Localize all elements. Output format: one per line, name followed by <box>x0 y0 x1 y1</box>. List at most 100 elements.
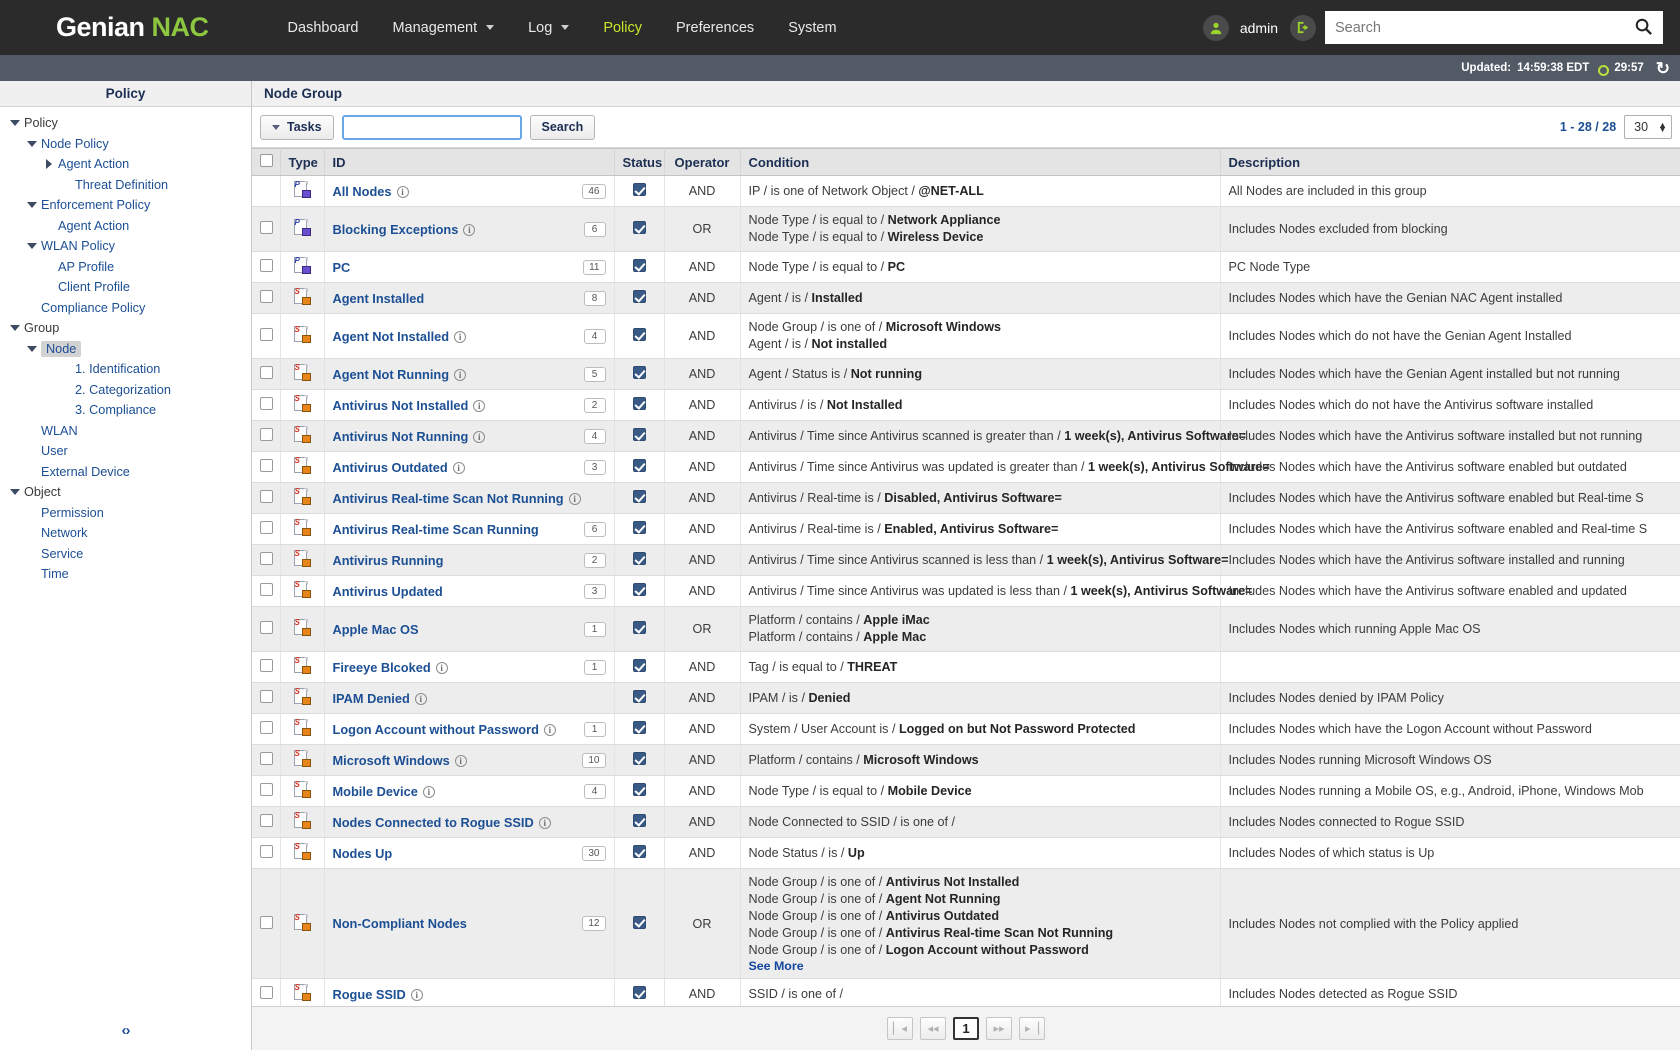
node-group-link[interactable]: Antivirus Real-time Scan Running <box>333 522 539 537</box>
node-group-link[interactable]: Rogue SSID <box>333 987 406 1002</box>
table-row[interactable]: SAntivirus Outdatedi3ANDAntivirus / Time… <box>252 452 1680 483</box>
node-count-badge[interactable]: 1 <box>584 622 606 637</box>
col-type[interactable]: Type <box>280 149 324 176</box>
info-icon[interactable]: i <box>473 400 485 412</box>
col-description[interactable]: Description <box>1220 149 1680 176</box>
info-icon[interactable]: i <box>569 493 581 505</box>
refresh-icon[interactable]: ↻ <box>1656 60 1670 77</box>
status-checkbox[interactable] <box>633 783 646 796</box>
status-checkbox[interactable] <box>633 221 646 234</box>
sidebar-item-time[interactable]: Time <box>0 564 251 585</box>
table-row[interactable]: SMicrosoft Windowsi10ANDPlatform / conta… <box>252 745 1680 776</box>
row-checkbox[interactable] <box>260 552 273 565</box>
logout-icon[interactable] <box>1290 15 1316 41</box>
table-row[interactable]: SLogon Account without Passwordi1ANDSyst… <box>252 714 1680 745</box>
table-row[interactable]: SIPAM DeniediANDIPAM / is / DeniedInclud… <box>252 683 1680 714</box>
status-checkbox[interactable] <box>633 916 646 929</box>
sidebar-item-node-policy[interactable]: Node Policy <box>0 134 251 155</box>
table-row[interactable]: PPC11ANDNode Type / is equal to / PCPC N… <box>252 252 1680 283</box>
node-count-badge[interactable]: 1 <box>584 660 606 675</box>
info-icon[interactable]: i <box>397 186 409 198</box>
node-group-link[interactable]: PC <box>333 260 351 275</box>
table-row[interactable]: SMobile Devicei4ANDNode Type / is equal … <box>252 776 1680 807</box>
table-row[interactable]: SNodes Up30ANDNode Status / is / UpInclu… <box>252 838 1680 869</box>
row-checkbox[interactable] <box>260 397 273 410</box>
prev-page-button[interactable]: ◂◂ <box>920 1017 946 1040</box>
table-row[interactable]: SAntivirus Not Runningi4ANDAntivirus / T… <box>252 421 1680 452</box>
node-group-link[interactable]: Antivirus Running <box>333 553 444 568</box>
search-icon[interactable] <box>1634 17 1653 39</box>
table-search-input[interactable] <box>342 115 522 140</box>
info-icon[interactable]: i <box>539 817 551 829</box>
sidebar-item-client-profile[interactable]: Client Profile <box>0 277 251 298</box>
status-checkbox[interactable] <box>633 659 646 672</box>
status-checkbox[interactable] <box>633 552 646 565</box>
row-checkbox[interactable] <box>260 259 273 272</box>
table-row[interactable]: SApple Mac OS1ORPlatform / contains / Ap… <box>252 607 1680 652</box>
table-row[interactable]: SAgent Not Runningi5ANDAgent / Status is… <box>252 359 1680 390</box>
row-checkbox[interactable] <box>260 916 273 929</box>
node-count-badge[interactable]: 11 <box>583 260 605 275</box>
sidebar-item-1-identification[interactable]: 1. Identification <box>0 359 251 380</box>
node-group-link[interactable]: Microsoft Windows <box>333 753 450 768</box>
status-checkbox[interactable] <box>633 986 646 999</box>
page-number-1[interactable]: 1 <box>953 1017 979 1040</box>
row-checkbox[interactable] <box>260 366 273 379</box>
info-icon[interactable]: i <box>453 462 465 474</box>
node-group-link[interactable]: IPAM Denied <box>333 691 410 706</box>
table-row[interactable]: PBlocking Exceptionsi6ORNode Type / is e… <box>252 207 1680 252</box>
status-checkbox[interactable] <box>633 814 646 827</box>
node-group-link[interactable]: Antivirus Not Installed <box>333 398 469 413</box>
info-icon[interactable]: i <box>454 331 466 343</box>
row-checkbox[interactable] <box>260 290 273 303</box>
status-checkbox[interactable] <box>633 459 646 472</box>
status-checkbox[interactable] <box>633 721 646 734</box>
info-icon[interactable]: i <box>436 662 448 674</box>
col-status[interactable]: Status <box>614 149 664 176</box>
info-icon[interactable]: i <box>454 369 466 381</box>
select-all-checkbox[interactable] <box>260 154 273 167</box>
row-checkbox[interactable] <box>260 814 273 827</box>
node-group-link[interactable]: Antivirus Outdated <box>333 460 448 475</box>
global-search-box[interactable] <box>1325 11 1663 44</box>
row-checkbox[interactable] <box>260 328 273 341</box>
node-count-badge[interactable]: 46 <box>582 184 605 199</box>
sidebar-item-agent-action[interactable]: Agent Action <box>0 154 251 175</box>
node-count-badge[interactable]: 3 <box>584 460 606 475</box>
search-button[interactable]: Search <box>530 115 596 140</box>
status-checkbox[interactable] <box>633 397 646 410</box>
status-checkbox[interactable] <box>633 259 646 272</box>
table-row[interactable]: SNon-Compliant Nodes12ORNode Group / is … <box>252 869 1680 979</box>
sidebar-item-3-compliance[interactable]: 3. Compliance <box>0 400 251 421</box>
table-row[interactable]: SAgent Not Installedi4ANDNode Group / is… <box>252 314 1680 359</box>
sidebar-item-network[interactable]: Network <box>0 523 251 544</box>
status-checkbox[interactable] <box>633 845 646 858</box>
sidebar-item-user[interactable]: User <box>0 441 251 462</box>
row-checkbox[interactable] <box>260 690 273 703</box>
sidebar-item-policy[interactable]: Policy <box>0 113 251 134</box>
tasks-button[interactable]: Tasks <box>260 115 334 140</box>
table-row[interactable]: SAntivirus Not Installedi2ANDAntivirus /… <box>252 390 1680 421</box>
node-count-badge[interactable]: 6 <box>584 222 606 237</box>
chevron-right-icon[interactable] <box>40 159 58 169</box>
node-count-badge[interactable]: 8 <box>584 291 606 306</box>
row-checkbox[interactable] <box>260 521 273 534</box>
status-checkbox[interactable] <box>633 183 646 196</box>
chevron-down-icon[interactable] <box>6 489 24 495</box>
sidebar-item-ap-profile[interactable]: AP Profile <box>0 257 251 278</box>
status-checkbox[interactable] <box>633 521 646 534</box>
col-operator[interactable]: Operator <box>664 149 740 176</box>
table-row[interactable]: SAntivirus Real-time Scan Running6ANDAnt… <box>252 514 1680 545</box>
table-row[interactable]: SAntivirus Running2ANDAntivirus / Time s… <box>252 545 1680 576</box>
table-row[interactable]: SNodes Connected to Rogue SSIDiANDNode C… <box>252 807 1680 838</box>
node-group-link[interactable]: Non-Compliant Nodes <box>333 916 467 931</box>
app-logo[interactable]: GenianNAC <box>56 12 209 43</box>
per-page-select[interactable]: 30 ▲▼ <box>1624 115 1672 139</box>
sidebar-item-wlan[interactable]: WLAN <box>0 421 251 442</box>
info-icon[interactable]: i <box>463 224 475 236</box>
node-count-badge[interactable]: 4 <box>584 329 606 344</box>
menu-item-dashboard[interactable]: Dashboard <box>271 14 376 42</box>
status-checkbox[interactable] <box>633 366 646 379</box>
node-count-badge[interactable]: 30 <box>582 846 605 861</box>
sidebar-item-2-categorization[interactable]: 2. Categorization <box>0 380 251 401</box>
